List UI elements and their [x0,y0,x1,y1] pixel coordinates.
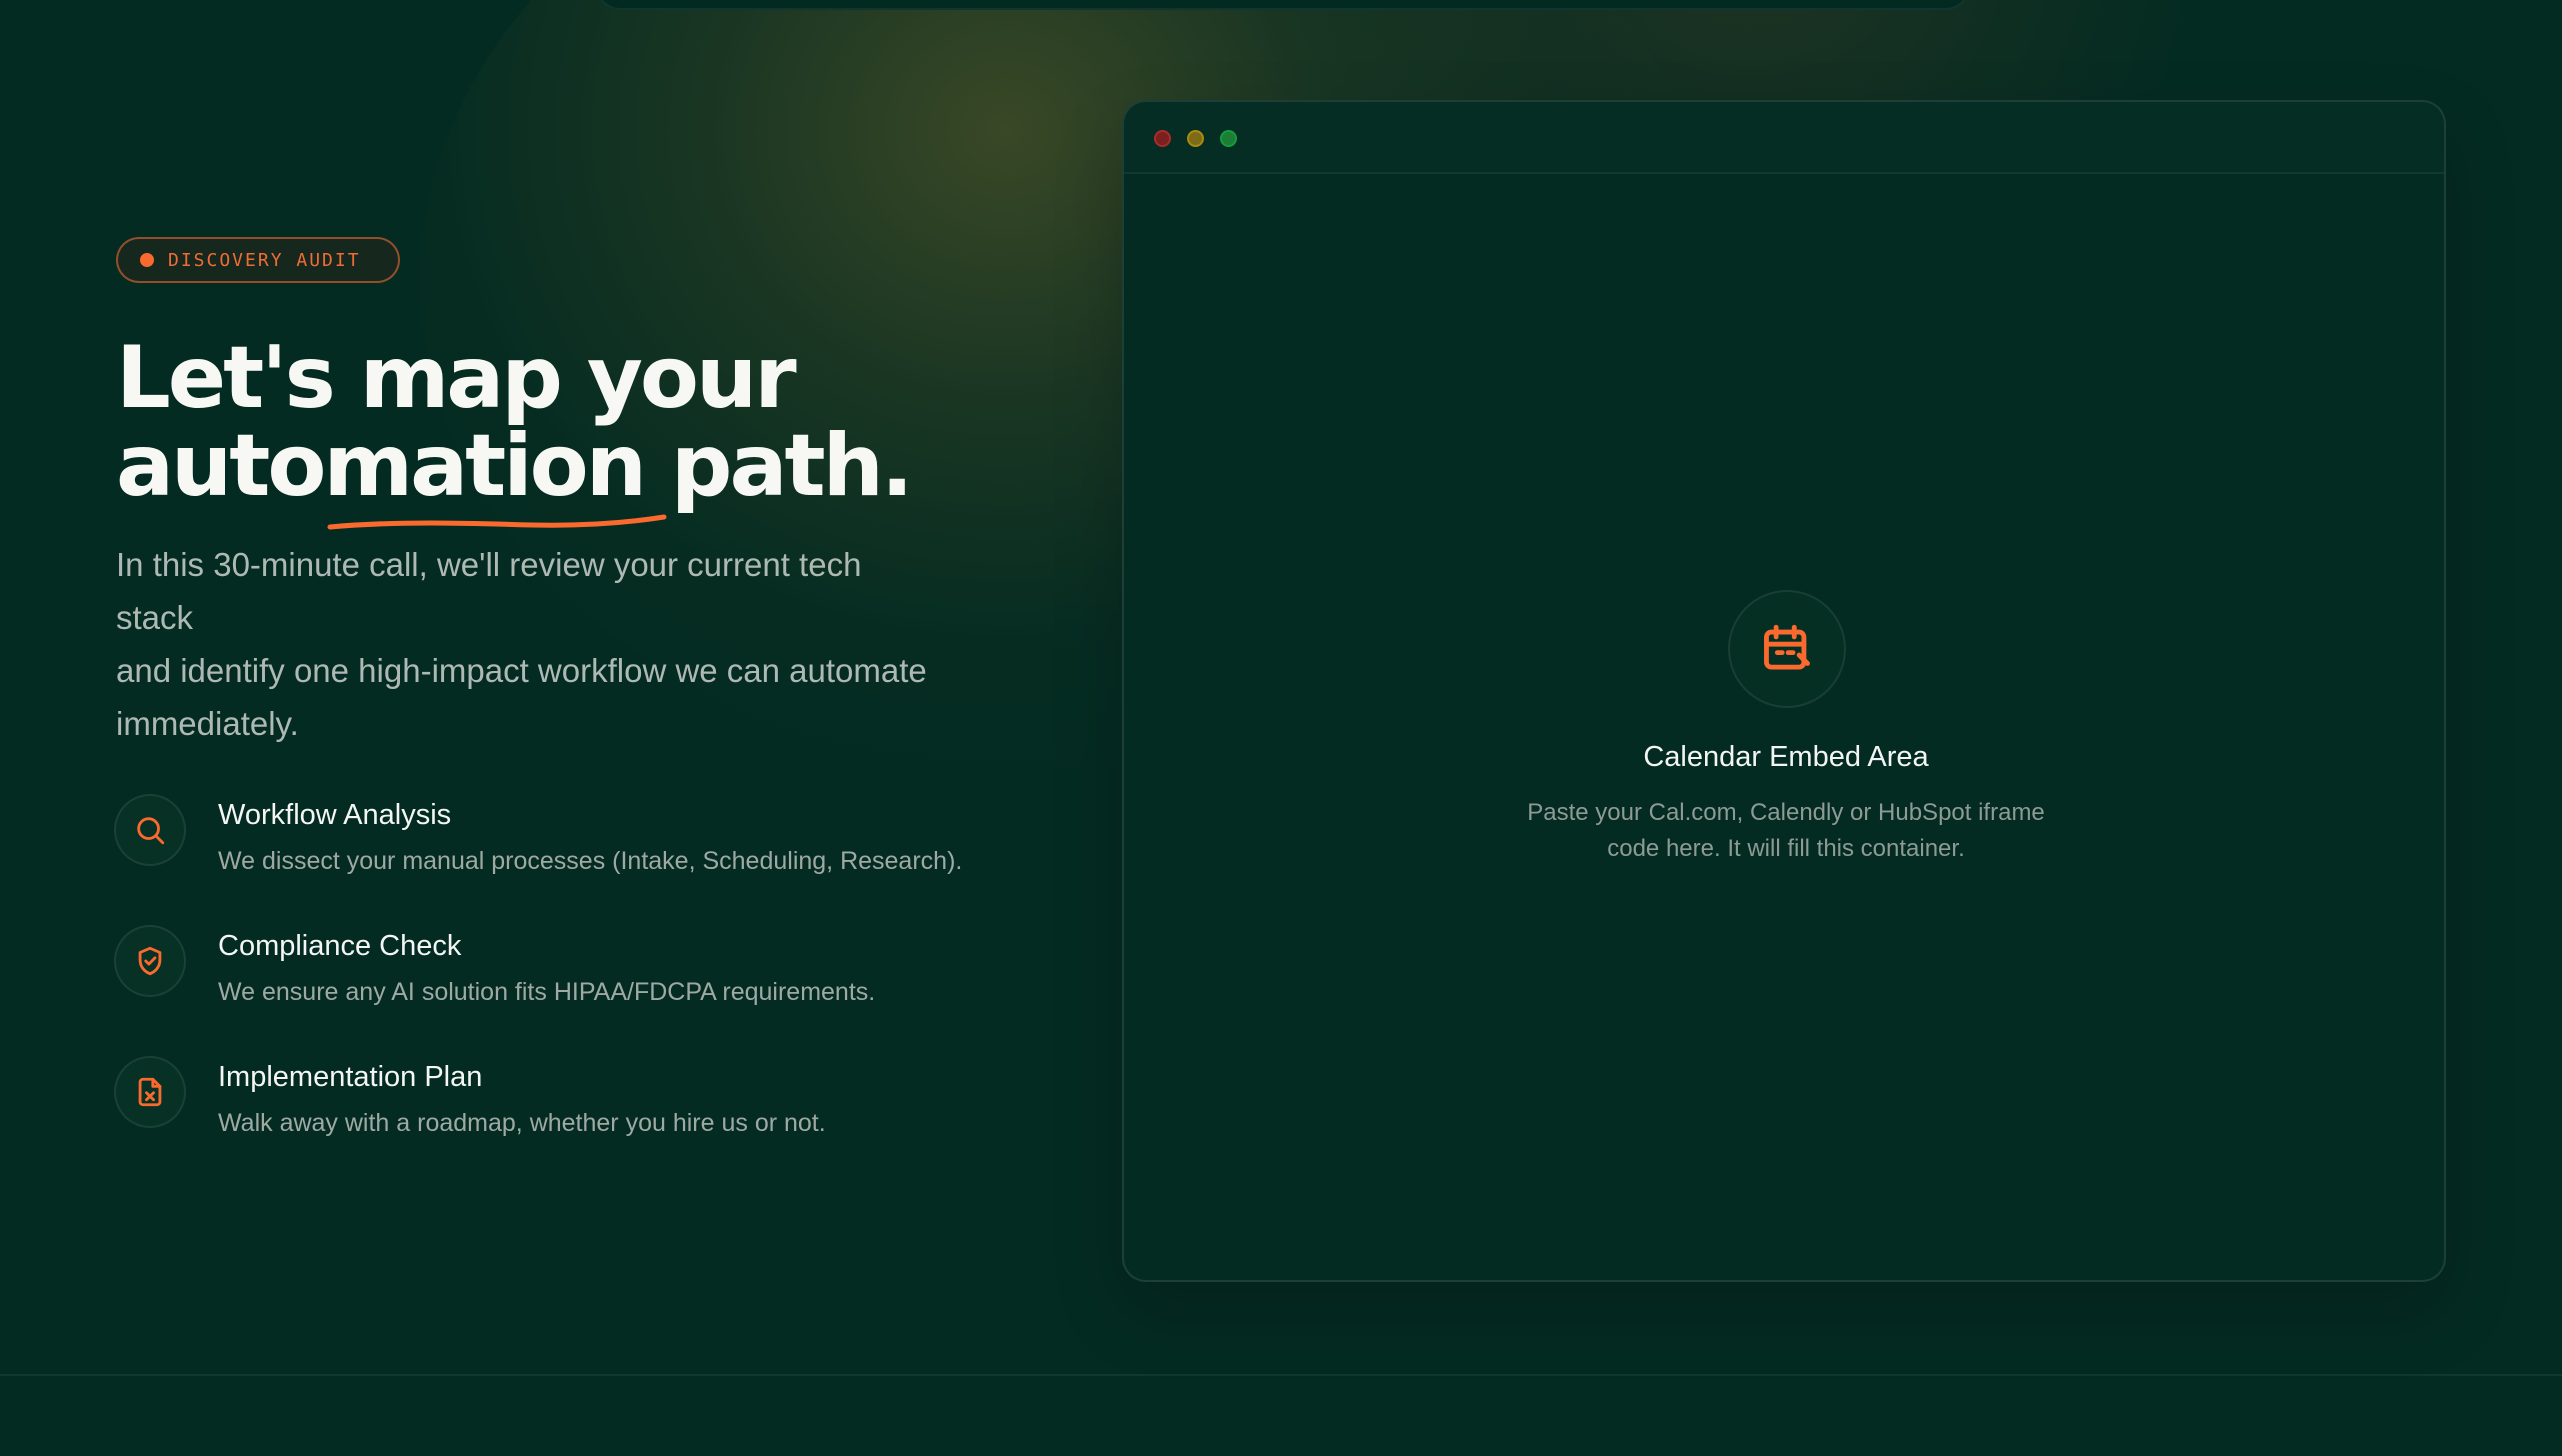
headline-underline-swoosh [327,514,667,530]
intro-line-1: In this 30-minute call, we'll review you… [116,546,862,583]
window-minimize-dot[interactable] [1187,130,1204,147]
feature-title: Compliance Check [218,930,462,962]
window-titlebar [1124,102,2444,174]
feature-title: Implementation Plan [218,1061,483,1093]
intro-line-4: immediately. [116,705,299,742]
feature-description: We dissect your manual processes (Intake… [218,847,963,875]
page-title-line-1: Let's map your [116,328,797,428]
section-divider [0,1374,2562,1376]
top-panel-edge [596,0,1970,10]
intro-line-3: and identify one high-impact workflow we… [116,652,927,689]
window-close-dot[interactable] [1154,130,1171,147]
page-title-line-2: automation path. [116,416,914,516]
embed-description-line-1: Paste your Cal.com, Calendly or HubSpot … [1527,799,2045,826]
calendar-clock-icon [1728,590,1846,708]
intro-paragraph: In this 30-minute call, we'll review you… [116,538,996,750]
badge-dot [140,253,154,267]
calendar-embed-window: Calendar Embed Area Paste your Cal.com, … [1122,100,2446,1282]
feature-workflow-analysis: Workflow Analysis We dissect your manual… [114,794,1114,894]
feature-implementation-plan: Implementation Plan Walk away with a roa… [114,1056,1114,1156]
embed-description-line-2: code here. It will fill this container. [1607,835,1965,862]
feature-description: Walk away with a roadmap, whether you hi… [218,1109,826,1137]
search-icon [114,794,186,866]
intro-line-2: stack [116,599,194,636]
badge-label: DISCOVERY AUDIT [168,249,361,271]
discovery-audit-badge: DISCOVERY AUDIT [116,237,400,283]
embed-description: Paste your Cal.com, Calendly or HubSpot … [1436,795,2136,867]
feature-description: We ensure any AI solution fits HIPAA/FDC… [218,978,876,1006]
feature-compliance-check: Compliance Check We ensure any AI soluti… [114,925,1114,1025]
embed-title: Calendar Embed Area [1643,741,1929,773]
window-maximize-dot[interactable] [1220,130,1237,147]
file-x-icon [114,1056,186,1128]
page-title: Let's map your automation path. [116,334,1036,510]
shield-check-icon [114,925,186,997]
feature-title: Workflow Analysis [218,799,452,831]
